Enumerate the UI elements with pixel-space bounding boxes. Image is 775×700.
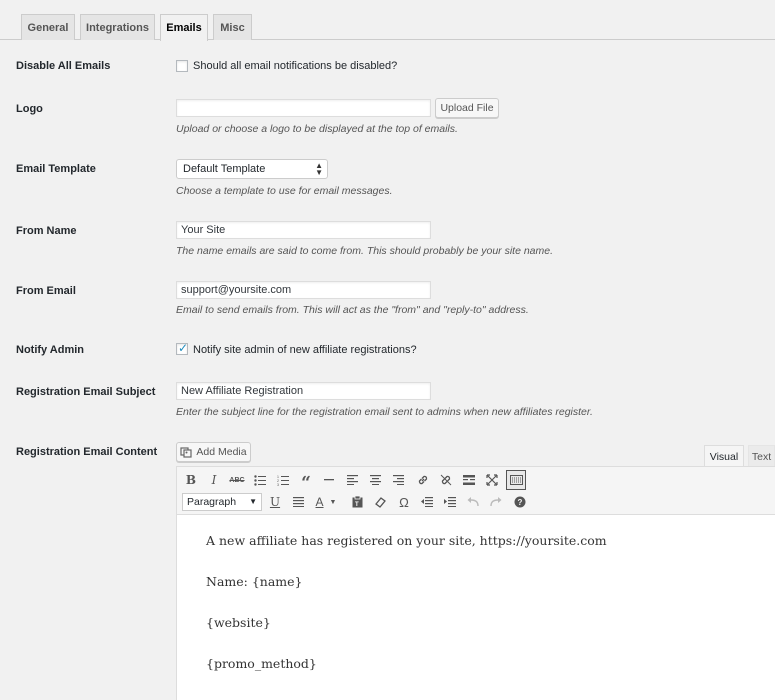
content-paragraph: Name: {name} bbox=[206, 574, 303, 589]
numbered-list-icon[interactable]: 123 bbox=[273, 470, 293, 490]
format-select[interactable]: Paragraph ▼ bbox=[182, 493, 262, 511]
blockquote-icon[interactable]: “ bbox=[296, 470, 316, 493]
disable-all-emails-checkbox-label: Should all email notifications be disabl… bbox=[193, 60, 398, 72]
bold-icon[interactable]: B bbox=[181, 470, 201, 490]
svg-text:3: 3 bbox=[277, 483, 279, 486]
dropdown-arrow-icon: ▼ bbox=[249, 497, 257, 506]
registration-subject-label: Registration Email Subject bbox=[16, 386, 156, 398]
redo-icon[interactable] bbox=[486, 492, 506, 512]
add-media-button[interactable]: Add Media bbox=[176, 442, 251, 462]
logo-label: Logo bbox=[16, 103, 43, 115]
settings-tabs: General Integrations Emails Misc bbox=[0, 0, 775, 41]
add-media-icon bbox=[180, 446, 192, 458]
notify-admin-checkbox[interactable]: ✓ bbox=[176, 341, 189, 355]
unlink-icon[interactable] bbox=[436, 470, 456, 490]
undo-icon[interactable] bbox=[463, 492, 483, 512]
justify-icon[interactable] bbox=[288, 492, 308, 512]
horizontal-line-icon[interactable] bbox=[319, 470, 339, 490]
tab-visual[interactable]: Visual bbox=[704, 445, 744, 467]
from-email-label: From Email bbox=[16, 285, 76, 297]
fullscreen-icon[interactable] bbox=[482, 470, 502, 490]
notify-admin-label: Notify Admin bbox=[16, 344, 85, 356]
upload-file-button[interactable]: Upload File bbox=[435, 98, 499, 118]
registration-subject-input[interactable]: New Affiliate Registration bbox=[176, 382, 431, 400]
from-name-label: From Name bbox=[16, 225, 77, 237]
underline-icon[interactable]: U bbox=[265, 492, 285, 512]
checkmark-icon: ✓ bbox=[178, 341, 189, 355]
bullet-list-icon[interactable] bbox=[250, 470, 270, 490]
tab-general[interactable]: General bbox=[21, 14, 75, 40]
tab-text[interactable]: Text bbox=[748, 445, 775, 467]
email-template-description: Choose a template to use for email messa… bbox=[176, 185, 393, 197]
link-icon[interactable] bbox=[413, 470, 433, 490]
add-media-label: Add Media bbox=[196, 446, 247, 458]
italic-icon[interactable]: I bbox=[204, 470, 224, 490]
paste-text-icon[interactable]: T bbox=[347, 492, 367, 512]
email-template-select[interactable]: Default Template ▲ ▼ bbox=[176, 159, 328, 179]
notify-admin-checkbox-label: Notify site admin of new affiliate regis… bbox=[193, 344, 417, 356]
tab-emails[interactable]: Emails bbox=[160, 14, 208, 41]
from-email-input[interactable]: support@yoursite.com bbox=[176, 281, 431, 299]
logo-url-input[interactable] bbox=[176, 99, 431, 117]
outdent-icon[interactable] bbox=[417, 492, 437, 512]
align-center-icon[interactable] bbox=[365, 470, 385, 490]
tab-integrations[interactable]: Integrations bbox=[80, 14, 155, 40]
logo-description: Upload or choose a logo to be displayed … bbox=[176, 123, 458, 135]
align-left-icon[interactable] bbox=[342, 470, 362, 490]
select-arrows-icon: ▲ ▼ bbox=[315, 161, 323, 177]
svg-text:T: T bbox=[355, 502, 359, 508]
disable-all-emails-checkbox[interactable] bbox=[176, 60, 188, 72]
editor-content-area[interactable]: A new affiliate has registered on your s… bbox=[176, 514, 775, 700]
align-right-icon[interactable] bbox=[388, 470, 408, 490]
format-select-value: Paragraph bbox=[187, 496, 237, 508]
from-name-input[interactable]: Your Site bbox=[176, 221, 431, 239]
text-color-icon[interactable]: A ▼ bbox=[311, 492, 341, 512]
strikethrough-icon[interactable]: ABC bbox=[227, 470, 247, 490]
from-email-description: Email to send emails from. This will act… bbox=[176, 304, 529, 316]
read-more-icon[interactable] bbox=[459, 470, 479, 490]
toolbar-toggle-icon[interactable] bbox=[506, 470, 526, 490]
help-icon[interactable]: ? bbox=[510, 492, 530, 512]
email-template-label: Email Template bbox=[16, 163, 96, 175]
from-name-description: The name emails are said to come from. T… bbox=[176, 245, 554, 257]
content-paragraph: {website} bbox=[206, 615, 271, 630]
clear-formatting-icon[interactable] bbox=[370, 492, 390, 512]
editor-toolbar: B I ABC 123 “ Paragraph ▼ U A ▼ T Ω ? bbox=[176, 466, 775, 515]
content-paragraph: {promo_method} bbox=[206, 656, 317, 671]
special-character-icon[interactable]: Ω bbox=[394, 492, 414, 512]
indent-icon[interactable] bbox=[440, 492, 460, 512]
tab-misc[interactable]: Misc bbox=[213, 14, 252, 40]
registration-subject-description: Enter the subject line for the registrat… bbox=[176, 406, 593, 418]
disable-all-emails-label: Disable All Emails bbox=[16, 60, 111, 72]
svg-text:?: ? bbox=[518, 498, 523, 507]
content-paragraph: A new affiliate has registered on your s… bbox=[206, 533, 607, 548]
email-template-selected: Default Template bbox=[183, 163, 266, 175]
registration-content-label: Registration Email Content bbox=[16, 446, 158, 458]
